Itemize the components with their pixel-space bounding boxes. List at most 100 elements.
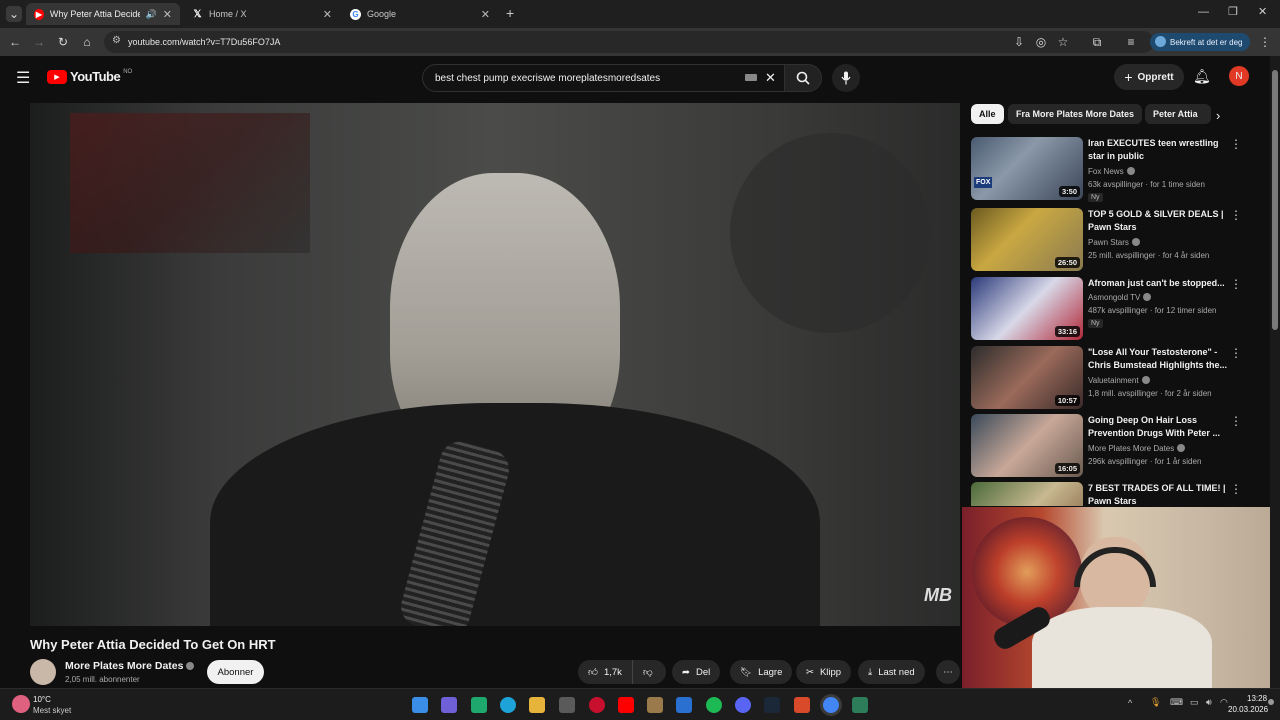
new-tab-button[interactable]: + [506,5,514,21]
search-button[interactable] [784,64,822,92]
tray-display-icon[interactable]: ▭ [1190,697,1199,708]
more-actions-button[interactable]: ⋯ [936,660,960,684]
notification-center-icon[interactable] [1268,699,1274,705]
tray-mic-icon[interactable]: 🎙︎ [1150,697,1161,708]
more-vertical-icon[interactable]: ⋮ [1230,137,1242,151]
teams-icon[interactable] [441,697,457,713]
chat-app-icon[interactable] [471,697,487,713]
video-thumbnail[interactable]: 16:05 [971,414,1083,477]
reload-icon[interactable]: ↻ [56,35,70,49]
video-thumbnail[interactable]: 26:50 [971,208,1083,271]
chip-all[interactable]: Alle [971,104,1004,124]
page-scrollbar[interactable] [1270,56,1280,688]
video-player[interactable]: MB [30,103,960,626]
terminal-icon[interactable] [852,697,868,713]
scrollbar-thumb[interactable] [1272,70,1278,330]
recommendation-item[interactable]: 10:57 "Lose All Your Testosterone" - Chr… [970,346,1250,410]
maximize-icon[interactable]: ❐ [1228,5,1238,18]
notifications-bell-icon[interactable]: 🔔︎ [1193,68,1211,85]
close-window-icon[interactable]: ✕ [1258,5,1267,18]
chip-from-channel[interactable]: Fra More Plates More Dates [1008,104,1143,124]
weather-icon[interactable] [12,695,30,713]
tab-google[interactable]: G Google ✕ [342,3,498,25]
opera-icon[interactable] [589,697,605,713]
chip-peter-attia[interactable]: Peter Attia [1145,104,1211,124]
search-input[interactable]: best chest pump execriswe moreplatesmore… [422,64,786,92]
account-avatar[interactable]: N [1229,66,1249,86]
recommendation-item[interactable]: 26:50 TOP 5 GOLD & SILVER DEALS | Pawn S… [970,208,1250,272]
tab-search-icon[interactable]: ⌄ [6,6,22,22]
save-button[interactable]: 🔖︎ Lagre [730,660,793,684]
clear-search-icon[interactable]: ✕ [765,70,776,86]
url-field[interactable]: ⚙ youtube.com/watch?v=T7Du56FO7JA [104,31,1154,53]
channel-avatar[interactable] [30,659,56,685]
minimize-icon[interactable]: — [1198,6,1209,18]
tab-x[interactable]: 𝕏 Home / X ✕ [184,3,340,25]
profile-verify-chip[interactable]: Bekreft at det er deg [1150,33,1250,51]
edge-icon[interactable] [500,697,516,713]
video-thumbnail[interactable]: 33:16 [971,277,1083,340]
close-tab-icon[interactable]: ✕ [163,8,172,21]
hamburger-menu-icon[interactable]: ☰ [16,68,30,88]
like-button[interactable]: 👍︎ 1,7k [578,660,632,684]
forward-icon[interactable]: → [32,35,46,49]
youtube-app-icon[interactable] [618,697,634,713]
video-thumbnail[interactable]: FOX 3:50 [971,137,1083,200]
site-info-icon[interactable]: ⚙ [112,35,121,46]
more-vertical-icon[interactable]: ⋮ [1230,208,1242,222]
browser-menu-icon[interactable]: ⋮ [1258,35,1272,49]
more-vertical-icon[interactable]: ⋮ [1230,482,1242,496]
install-app-icon[interactable]: ⇩ [1012,35,1026,49]
voice-search-button[interactable] [832,64,860,92]
clock-time[interactable]: 13:28 [1247,694,1267,703]
channel-name[interactable]: More Plates More Dates [65,660,195,672]
bookmark-star-icon[interactable]: ☆ [1056,35,1070,49]
back-icon[interactable]: ← [8,35,22,49]
subscribe-button[interactable]: Abonner [207,660,264,684]
youtube-logo[interactable]: ▶ YouTube NO [47,69,132,84]
extensions-icon[interactable]: ⧉ [1090,35,1104,49]
recommendation-item[interactable]: 33:16 Afroman just can't be stopped... A… [970,277,1250,341]
tray-chevron-icon[interactable]: ^ [1128,698,1132,708]
file-explorer-icon[interactable] [529,697,545,713]
more-vertical-icon[interactable]: ⋮ [1230,346,1242,360]
share-button[interactable]: ➦ Del [672,660,721,684]
more-vertical-icon[interactable]: ⋮ [1230,414,1242,428]
home-icon[interactable]: ⌂ [80,35,94,49]
reading-list-icon[interactable]: ≡ [1124,35,1138,49]
video-thumbnail[interactable]: 10:57 [971,346,1083,409]
tray-keyboard-icon[interactable]: ⌨ [1170,697,1183,708]
close-tab-icon[interactable]: ✕ [323,8,332,21]
clock-date[interactable]: 20.03.2026 [1228,705,1268,714]
more-vertical-icon[interactable]: ⋮ [1230,277,1242,291]
chrome-icon[interactable] [823,697,839,713]
rec-title[interactable]: TOP 5 GOLD & SILVER DEALS | Pawn Stars [1088,208,1228,234]
mail-icon[interactable] [676,697,692,713]
store-icon[interactable] [559,697,575,713]
steam-icon[interactable] [764,697,780,713]
tray-volume-icon[interactable]: 🔊︎ [1206,697,1212,708]
windows-start-icon[interactable] [412,697,428,713]
recommendation-item[interactable]: 16:05 Going Deep On Hair Loss Prevention… [970,414,1250,478]
recommendation-item[interactable]: 7 BEST TRADES OF ALL TIME! | Pawn Stars … [970,482,1250,506]
tracking-protection-icon[interactable]: ◎ [1034,35,1048,49]
rec-title[interactable]: "Lose All Your Testosterone" - Chris Bum… [1088,346,1228,372]
brave-icon[interactable] [794,697,810,713]
download-button[interactable]: ⤓ Last ned [858,660,925,684]
dislike-button[interactable]: 👎︎ [632,660,666,684]
rec-title[interactable]: Iran EXECUTES teen wrestling star in pub… [1088,137,1228,163]
spotify-icon[interactable] [706,697,722,713]
chevron-right-icon[interactable]: › [1216,108,1220,123]
rec-title[interactable]: Going Deep On Hair Loss Prevention Drugs… [1088,414,1228,440]
clip-button[interactable]: ✂ Klipp [796,660,852,684]
tab-youtube[interactable]: ▶ Why Peter Attia Decided To 🔊 ✕ [26,3,180,25]
video-thumbnail[interactable] [971,482,1083,506]
game-launcher-icon[interactable] [647,697,663,713]
tray-wifi-icon[interactable]: ◠ [1220,697,1228,708]
close-tab-icon[interactable]: ✕ [481,8,490,21]
recommendation-item[interactable]: FOX 3:50 Iran EXECUTES teen wrestling st… [970,137,1250,202]
rec-title[interactable]: Afroman just can't be stopped... [1088,277,1228,290]
discord-icon[interactable] [735,697,751,713]
rec-title[interactable]: 7 BEST TRADES OF ALL TIME! | Pawn Stars [1088,482,1228,506]
keyboard-icon[interactable] [745,74,757,81]
